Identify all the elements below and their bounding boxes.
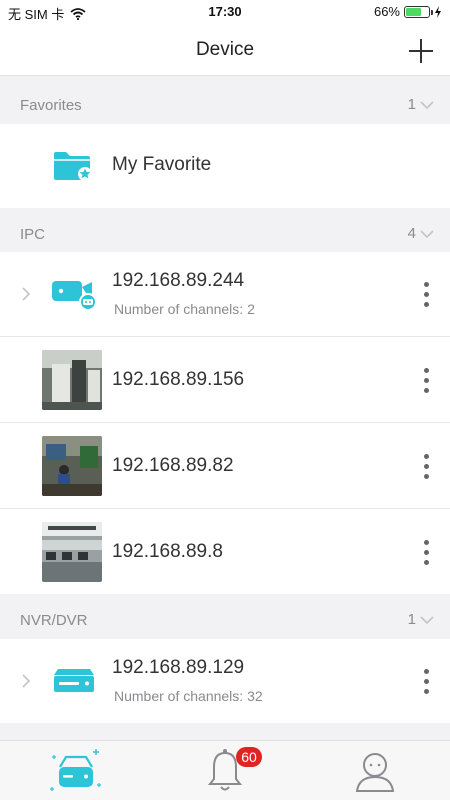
more-options-button[interactable] (416, 276, 436, 312)
device-name: 192.168.89.156 (112, 369, 245, 390)
section-header-favorites[interactable]: Favorites 1 (0, 83, 450, 127)
device-row-ipc-2[interactable]: 192.168.89.156 (0, 337, 450, 422)
device-name: 192.168.89.129 (112, 657, 245, 678)
more-options-button[interactable] (416, 534, 436, 570)
chevron-down-icon (420, 100, 434, 109)
device-name: 192.168.89.8 (112, 541, 223, 562)
device-row-nvr-1[interactable]: 192.168.89.129 Number of channels: 32 (0, 639, 450, 723)
battery-icon (404, 5, 433, 18)
more-vertical-icon-dot (423, 678, 429, 684)
charging-icon (435, 5, 441, 18)
device-row-ipc-4[interactable]: 192.168.89.8 (0, 509, 450, 594)
section-count: 1 (408, 96, 434, 113)
favorite-label: My Favorite (112, 154, 212, 175)
chevron-down-icon (420, 615, 434, 624)
section-header-ipc[interactable]: IPC 4 (0, 212, 450, 256)
more-vertical-icon-dot (423, 281, 429, 287)
more-vertical-icon-dot (423, 473, 429, 479)
more-vertical-icon-dot (423, 688, 429, 694)
more-vertical-icon-dot (423, 301, 429, 307)
more-options-button[interactable] (416, 663, 436, 699)
battery-percent: 66% (373, 4, 400, 19)
section-label: NVR/DVR (20, 611, 88, 629)
device-channels: Number of channels: 32 (114, 688, 263, 704)
camera-thumbnail[interactable] (42, 436, 102, 496)
section-count: 4 (408, 225, 434, 242)
user-icon[interactable] (345, 745, 405, 797)
add-device-button[interactable] (406, 36, 436, 66)
favorite-row[interactable]: My Favorite (0, 124, 450, 208)
more-options-button[interactable] (416, 448, 436, 484)
status-right: 66% (374, 4, 442, 19)
more-vertical-icon-dot (423, 367, 429, 373)
chevron-right-icon[interactable] (20, 674, 32, 688)
more-vertical-icon-dot (423, 377, 429, 383)
camera-icon (52, 281, 97, 311)
device-row-ipc-1[interactable]: 192.168.89.244 Number of channels: 2 (0, 252, 450, 336)
section-count: 1 (408, 611, 434, 628)
more-options-button[interactable] (416, 362, 436, 398)
section-header-nvr[interactable]: NVR/DVR 1 (0, 598, 450, 642)
more-vertical-icon-dot (423, 387, 429, 393)
tab-bar (0, 740, 450, 800)
camera-thumbnail[interactable] (42, 350, 102, 410)
more-vertical-icon-dot (423, 549, 429, 555)
device-name: 192.168.89.82 (112, 455, 234, 476)
device-row-ipc-3[interactable]: 192.168.89.82 (0, 423, 450, 508)
nvr-icon (54, 669, 94, 692)
chevron-right-icon[interactable] (20, 287, 32, 301)
more-vertical-icon-dot (423, 539, 429, 545)
page-title: Device (195, 39, 255, 60)
section-label: Favorites (20, 96, 82, 114)
nav-bar: Device (0, 26, 450, 76)
more-vertical-icon-dot (423, 453, 429, 459)
chevron-down-icon (420, 229, 434, 238)
more-vertical-icon-dot (423, 463, 429, 469)
section-count-value: 1 (407, 611, 416, 628)
folder-star-icon (54, 152, 92, 181)
battery-fill (406, 7, 421, 16)
section-count-value: 4 (407, 225, 416, 242)
more-vertical-icon-dot (423, 668, 429, 674)
more-vertical-icon-dot (423, 291, 429, 297)
alerts-badge: 60 (236, 747, 262, 767)
section-count-value: 1 (407, 96, 416, 113)
camera-thumbnail[interactable] (42, 522, 102, 582)
status-bar: 无 SIM 卡 17:30 66% (0, 0, 450, 26)
section-label: IPC (20, 225, 46, 243)
device-tab-icon[interactable] (46, 745, 106, 797)
device-channels: Number of channels: 2 (114, 301, 255, 317)
more-vertical-icon-dot (423, 559, 429, 565)
device-name: 192.168.89.244 (112, 270, 245, 291)
